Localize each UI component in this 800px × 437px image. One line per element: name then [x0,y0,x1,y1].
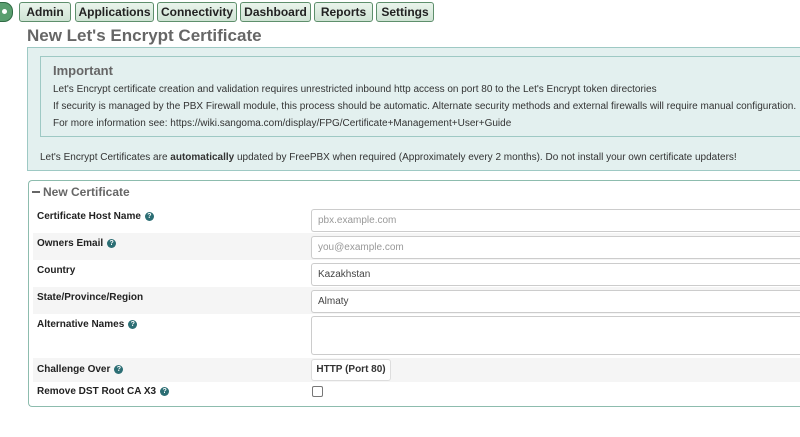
country-input[interactable]: Kazakhstan [311,263,800,286]
auto-update-notice: Let's Encrypt Certificates are automatic… [40,152,737,163]
top-nav: Admin Applications Connectivity Dashboar… [0,0,800,24]
help-icon[interactable]: ? [114,364,124,374]
help-icon[interactable]: ? [128,319,138,329]
country-label: Country [37,265,76,276]
owners-email-input[interactable]: you@example.com [311,236,800,259]
auto-update-emphasis: automatically [170,152,235,163]
host-name-label: Certificate Host Name? [37,211,154,222]
important-line-3: For more information see: https://wiki.s… [53,118,512,129]
state-label: State/Province/Region [37,292,144,303]
help-icon[interactable]: ? [144,211,154,221]
important-line-1: Let's Encrypt certificate creation and v… [53,84,657,95]
challenge-over-label-text: Challenge Over [37,364,111,375]
nav-admin[interactable]: Admin [19,2,71,22]
host-name-input[interactable]: pbx.example.com [311,209,800,232]
alternative-names-textarea[interactable] [311,316,800,355]
nav-connectivity[interactable]: Connectivity [157,2,237,22]
nav-dashboard[interactable]: Dashboard [240,2,311,22]
owners-email-label: Owners Email? [37,238,117,249]
owners-email-label-text: Owners Email [37,238,104,249]
remove-dst-label-text: Remove DST Root CA X3 [37,386,157,397]
state-input[interactable]: Almaty [311,290,800,313]
remove-dst-label: Remove DST Root CA X3? [37,386,170,397]
alternative-names-label: Alternative Names? [37,319,138,330]
remove-dst-checkbox[interactable] [312,386,323,397]
row-stripe [33,358,800,382]
nav-applications[interactable]: Applications [75,2,154,22]
host-name-label-text: Certificate Host Name [37,211,141,222]
alternative-names-label-text: Alternative Names [37,319,125,330]
collapse-icon[interactable] [32,190,40,193]
help-icon[interactable]: ? [107,238,117,248]
challenge-http-option[interactable]: HTTP (Port 80) [311,359,391,381]
legend-label: New Certificate [43,185,130,199]
new-certificate-legend[interactable]: New Certificate [32,185,130,199]
nav-settings[interactable]: Settings [376,2,434,22]
nav-reports[interactable]: Reports [314,2,373,22]
auto-update-suffix: updated by FreePBX when required (Approx… [234,152,737,163]
freepbx-logo-icon[interactable] [0,2,13,22]
challenge-over-label: Challenge Over? [37,364,124,375]
important-heading: Important [53,63,113,78]
auto-update-prefix: Let's Encrypt Certificates are [40,152,171,163]
page-title: New Let's Encrypt Certificate [27,26,262,45]
help-icon[interactable]: ? [160,386,170,396]
important-line-2: If security is managed by the PBX Firewa… [53,101,797,112]
